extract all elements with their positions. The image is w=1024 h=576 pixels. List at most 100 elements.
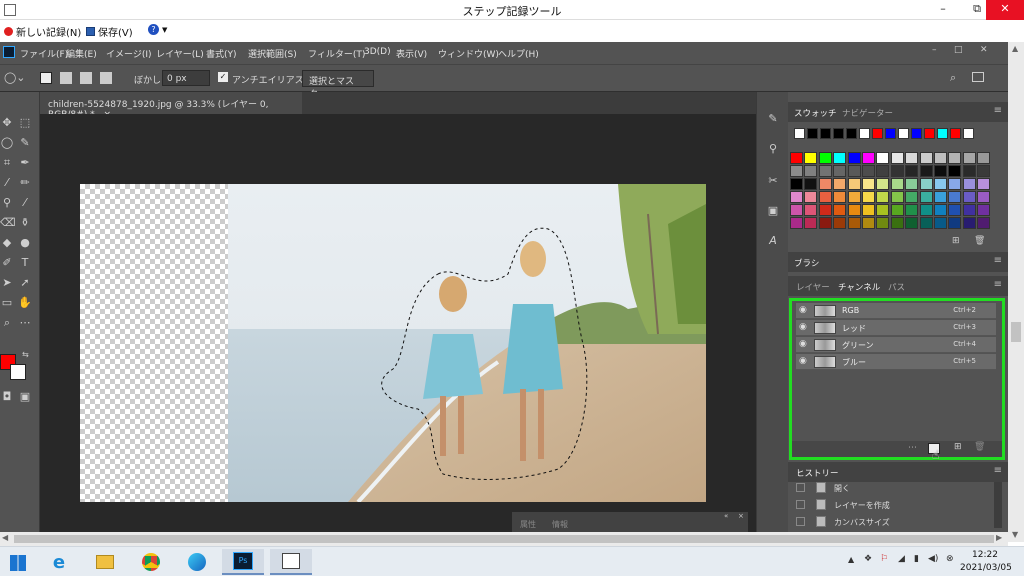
blur-tool-icon[interactable]: ◆ [0,236,14,250]
color-swatch[interactable] [876,217,890,229]
color-swatch[interactable] [977,217,991,229]
tab-paths[interactable]: パス [888,281,905,293]
search-icon[interactable]: ⌕ [950,71,956,85]
channel-row-blue[interactable]: ◉ ブルー Ctrl+5 [796,354,996,370]
color-swatch[interactable] [847,178,861,190]
color-swatch[interactable] [905,191,919,203]
color-swatch[interactable] [962,191,976,203]
recent-swatch[interactable] [924,128,935,139]
more-tools-icon[interactable]: ⋯ [18,316,32,330]
color-swatch[interactable] [977,178,991,190]
channel-row-rgb[interactable]: ◉ RGB Ctrl+2 [796,303,996,319]
character-icon[interactable]: A [766,234,780,248]
antialias-checkbox[interactable]: ✓ [218,72,228,82]
direct-select-tool-icon[interactable]: ➚ [18,276,32,290]
color-swatch[interactable] [977,191,991,203]
color-swatch[interactable] [977,152,991,164]
scroll-right-icon[interactable]: ▶ [996,533,1002,542]
brush-tool-icon[interactable]: ✏ [18,176,32,190]
color-swatch[interactable] [919,165,933,177]
color-swatch[interactable] [890,152,904,164]
color-swatch[interactable] [818,217,832,229]
color-swatch[interactable] [876,165,890,177]
recent-swatch[interactable] [846,128,857,139]
network-icon[interactable]: ◢ [898,554,905,564]
color-swatch[interactable] [905,165,919,177]
color-swatch[interactable] [818,152,832,164]
color-swatch[interactable] [876,204,890,216]
color-swatch[interactable] [919,217,933,229]
color-swatch[interactable] [818,165,832,177]
color-swatch[interactable] [862,165,875,177]
color-swatch[interactable] [804,191,818,203]
color-swatch[interactable] [804,217,818,229]
recent-swatch[interactable] [807,128,818,139]
color-swatch[interactable] [804,152,818,164]
history-checkbox[interactable] [796,500,805,509]
help-button[interactable]: ? ▼ [148,24,167,35]
tool-presets-icon[interactable]: ✂ [766,174,780,188]
color-swatch[interactable] [890,165,904,177]
recent-swatch[interactable] [833,128,844,139]
color-swatch[interactable] [962,178,976,190]
color-swatch[interactable] [790,178,803,190]
color-swatch[interactable] [948,217,962,229]
menu-type[interactable]: 書式(Y) [206,47,237,60]
color-swatch[interactable] [804,204,818,216]
horizontal-scrollbar[interactable]: ◀ ▶ [0,532,1008,546]
vertical-scrollbar[interactable]: ▲ ▼ [1008,42,1024,542]
color-swatch[interactable] [833,191,847,203]
color-swatch[interactable] [804,165,818,177]
color-swatch[interactable] [833,217,847,229]
color-swatch[interactable] [876,191,890,203]
recent-swatch[interactable] [937,128,948,139]
color-swatch[interactable] [862,191,875,203]
color-swatch[interactable] [833,152,847,164]
color-swatch[interactable] [962,165,976,177]
marquee-tool-icon[interactable]: ⬚ [18,116,32,130]
color-swatch[interactable] [934,152,947,164]
color-swatch[interactable] [790,191,803,203]
color-swatch[interactable] [962,204,976,216]
crop-tool-icon[interactable]: ⌗ [0,156,14,170]
type-tool-icon[interactable]: T [18,256,32,270]
menu-help[interactable]: ヘルプ(H) [498,47,539,60]
menu-view[interactable]: 表示(V) [396,47,427,60]
ime-icon[interactable]: ⊗ [946,554,954,564]
delete-swatch-icon[interactable]: 🗑 [974,236,985,246]
canvas-area[interactable]: 属性 情報 « × [40,114,756,532]
color-swatch[interactable] [934,178,947,190]
pen-tool-icon[interactable]: ✐ [0,256,14,270]
tab-brush[interactable]: ブラシ [794,257,819,269]
scroll-down-icon[interactable]: ▼ [1012,530,1018,539]
menu-filter[interactable]: フィルター(T) [308,47,365,60]
subtract-selection-icon[interactable] [80,72,92,84]
taskbar-steps-recorder[interactable] [270,549,312,575]
color-swatch[interactable] [919,204,933,216]
lasso-tool-preset-icon[interactable]: ◯⌄ [4,71,26,84]
tab-navigator[interactable]: ナビゲーター [842,107,893,119]
tray-chevron-icon[interactable]: ▲ [848,555,854,564]
channels-menu-icon[interactable]: ≡ [994,279,1002,290]
taskbar-edge[interactable] [176,549,218,575]
color-swatch[interactable] [948,178,962,190]
rectangle-tool-icon[interactable]: ▭ [0,296,14,310]
quick-mask-icon[interactable]: ◘ [0,390,14,404]
color-swatch[interactable] [847,191,861,203]
color-swatch[interactable] [862,204,875,216]
history-item[interactable]: レイヤーを作成 [792,497,992,513]
tab-channels[interactable]: チャンネル [838,281,880,293]
color-swatch[interactable] [818,191,832,203]
taskbar-ie[interactable]: e [38,549,80,575]
color-swatch[interactable] [862,178,875,190]
volume-icon[interactable]: ◀) [928,554,938,564]
new-swatch-icon[interactable]: ⊞ [952,236,960,246]
recent-swatch[interactable] [950,128,961,139]
color-swatch[interactable] [833,165,847,177]
color-swatch[interactable] [919,178,933,190]
channel-row-green[interactable]: ◉ グリーン Ctrl+4 [796,337,996,353]
ps-close-icon[interactable]: ✕ [980,45,988,55]
color-swatch[interactable] [905,204,919,216]
taskbar-explorer[interactable] [84,549,126,575]
close-panel-icon[interactable]: × [738,512,744,520]
